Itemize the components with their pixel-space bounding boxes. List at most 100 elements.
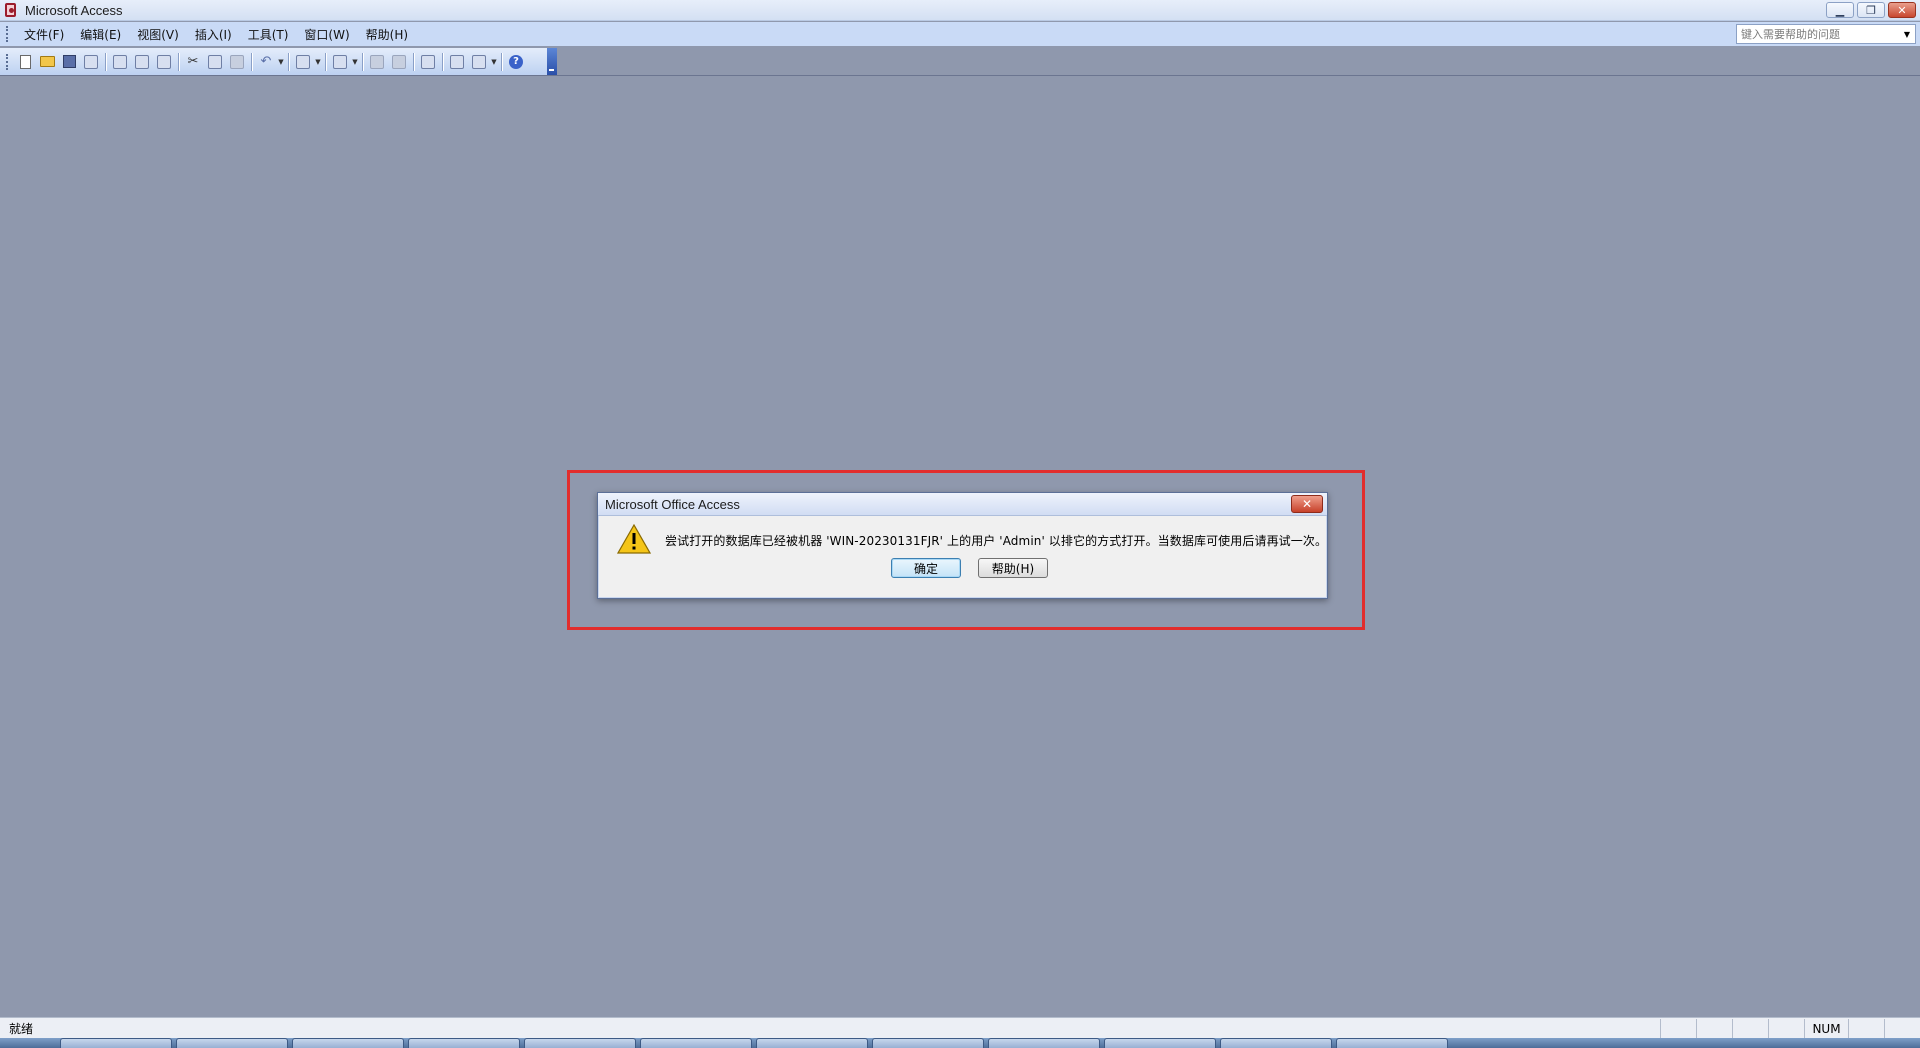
- taskbar-item[interactable]: [60, 1038, 172, 1048]
- chevron-down-icon[interactable]: ▼: [1899, 25, 1915, 43]
- restore-icon: ❐: [1866, 3, 1876, 17]
- toolbar-separator: [288, 52, 289, 71]
- taskbar-item[interactable]: [408, 1038, 520, 1048]
- undo-dropdown-icon[interactable]: ▼: [277, 58, 285, 66]
- open-button[interactable]: [36, 51, 58, 73]
- print-preview-button[interactable]: [131, 51, 153, 73]
- taskbar-item[interactable]: [872, 1038, 984, 1048]
- properties-button[interactable]: [417, 51, 439, 73]
- undo-icon: ↶: [260, 53, 272, 69]
- paste-icon: [230, 54, 244, 69]
- minimize-button[interactable]: ▁: [1826, 2, 1854, 18]
- analyze-icon: [333, 54, 347, 69]
- window-controls: ▁ ❐ ✕: [1826, 2, 1916, 18]
- taskbar-item[interactable]: [524, 1038, 636, 1048]
- toolbar-row: ✂ ↶ ▼ ▼ ▼ ▼ ?: [0, 48, 1920, 76]
- open-icon: [39, 56, 55, 67]
- database-toolbar: ✂ ↶ ▼ ▼ ▼ ▼ ?: [0, 48, 557, 75]
- num-lock-indicator: NUM: [1804, 1019, 1848, 1038]
- error-dialog: Microsoft Office Access ✕ 尝试打开的数据库已经被机器 …: [597, 492, 1328, 599]
- status-panel: [1732, 1019, 1768, 1038]
- script-button[interactable]: [388, 51, 410, 73]
- properties-icon: [421, 54, 435, 69]
- code-button[interactable]: [366, 51, 388, 73]
- close-icon: ✕: [1301, 497, 1313, 511]
- status-panel: [1696, 1019, 1732, 1038]
- dialog-body: 尝试打开的数据库已经被机器 'WIN-20230131FJR' 上的用户 'Ad…: [598, 516, 1327, 598]
- print-icon: [113, 54, 127, 69]
- relationships-button[interactable]: [446, 51, 468, 73]
- cut-button[interactable]: ✂: [182, 51, 204, 73]
- taskbar-item[interactable]: [756, 1038, 868, 1048]
- minimize-icon: ▁: [1835, 3, 1845, 17]
- status-panel: [1660, 1019, 1696, 1038]
- script-icon: [392, 54, 406, 69]
- toolbar-separator: [442, 52, 443, 71]
- new-button[interactable]: [14, 51, 36, 73]
- taskbar-item[interactable]: [176, 1038, 288, 1048]
- menu-file[interactable]: 文件(F): [16, 24, 72, 45]
- help-button[interactable]: ?: [505, 51, 527, 73]
- menu-view[interactable]: 视图(V): [129, 24, 187, 45]
- dialog-buttons: 确定 帮助(H): [598, 558, 1327, 578]
- taskbar-item[interactable]: [1104, 1038, 1216, 1048]
- undo-button[interactable]: ↶: [255, 51, 277, 73]
- save-button[interactable]: [58, 51, 80, 73]
- code-icon: [370, 54, 384, 69]
- new-icon: [19, 54, 31, 69]
- cut-icon: ✂: [187, 53, 199, 69]
- dialog-close-button[interactable]: ✕: [1291, 495, 1323, 513]
- ok-button[interactable]: 确定: [891, 558, 961, 578]
- print-preview-icon: [135, 54, 149, 69]
- menu-tools[interactable]: 工具(T): [240, 24, 297, 45]
- close-icon: ✕: [1897, 3, 1907, 17]
- menu-grip-handle[interactable]: [6, 26, 10, 42]
- close-button[interactable]: ✕: [1888, 2, 1916, 18]
- office-links-button[interactable]: [292, 51, 314, 73]
- taskbar-item[interactable]: [1336, 1038, 1448, 1048]
- dialog-message: 尝试打开的数据库已经被机器 'WIN-20230131FJR' 上的用户 'Ad…: [665, 534, 1328, 548]
- taskbar: [0, 1038, 1920, 1048]
- help-search-box: ▼: [1736, 24, 1916, 44]
- toolbar-separator: [178, 52, 179, 71]
- menu-help[interactable]: 帮助(H): [358, 24, 416, 45]
- menu-edit[interactable]: 编辑(E): [72, 24, 129, 45]
- analyze-dropdown-icon[interactable]: ▼: [351, 58, 359, 66]
- dialog-title-bar[interactable]: Microsoft Office Access: [598, 493, 1327, 516]
- warning-icon: [617, 524, 651, 554]
- title-bar: Microsoft Access ▁ ❐ ✕: [0, 0, 1920, 21]
- toolbar-separator: [105, 52, 106, 71]
- toolbar-separator: [362, 52, 363, 71]
- new-object-dropdown-icon[interactable]: ▼: [490, 58, 498, 66]
- paste-button[interactable]: [226, 51, 248, 73]
- taskbar-item[interactable]: [988, 1038, 1100, 1048]
- toolbar-grip-handle[interactable]: [6, 53, 10, 70]
- taskbar-item[interactable]: [1220, 1038, 1332, 1048]
- save-icon: [62, 55, 76, 68]
- taskbar-item[interactable]: [292, 1038, 404, 1048]
- spelling-icon: [157, 54, 171, 69]
- help-dialog-button[interactable]: 帮助(H): [978, 558, 1048, 578]
- restore-button[interactable]: ❐: [1857, 2, 1885, 18]
- help-icon: ?: [509, 54, 523, 69]
- print-button[interactable]: [109, 51, 131, 73]
- copy-button[interactable]: [204, 51, 226, 73]
- spelling-button[interactable]: [153, 51, 175, 73]
- file-search-button[interactable]: [80, 51, 102, 73]
- toolbar-separator: [413, 52, 414, 71]
- window-title: Microsoft Access: [25, 2, 123, 18]
- new-object-icon: [472, 54, 486, 69]
- menu-window[interactable]: 窗口(W): [296, 24, 357, 45]
- help-search-input[interactable]: [1737, 27, 1897, 41]
- taskbar-item[interactable]: [640, 1038, 752, 1048]
- toolbar-options-button[interactable]: [547, 48, 557, 75]
- copy-icon: [208, 54, 222, 69]
- menu-bar: 文件(F) 编辑(E) 视图(V) 插入(I) 工具(T) 窗口(W) 帮助(H…: [0, 22, 1920, 46]
- status-panel: [1884, 1019, 1920, 1038]
- menu-insert[interactable]: 插入(I): [187, 24, 240, 45]
- office-links-dropdown-icon[interactable]: ▼: [314, 58, 322, 66]
- new-object-button[interactable]: [468, 51, 490, 73]
- relationships-icon: [450, 54, 464, 69]
- analyze-button[interactable]: [329, 51, 351, 73]
- access-app-icon[interactable]: [3, 2, 19, 18]
